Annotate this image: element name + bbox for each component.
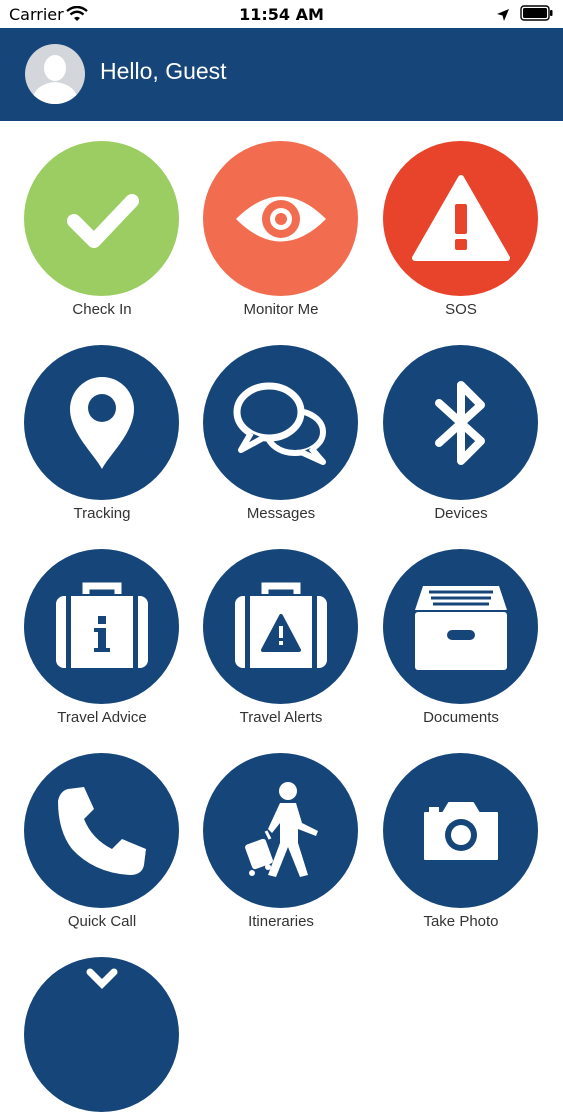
check-in-button[interactable] [24, 141, 179, 296]
bluetooth-icon [434, 380, 485, 465]
tile-label: Devices [434, 505, 488, 522]
tile-label: Tracking [73, 505, 131, 522]
quick-call-button[interactable] [24, 753, 179, 908]
phone-icon [57, 786, 146, 875]
devices-button[interactable] [383, 345, 538, 500]
traveler-icon [244, 781, 318, 877]
tile-label: Messages [246, 505, 316, 522]
tile-label: Check In [72, 301, 132, 318]
file-box-icon [414, 585, 507, 670]
monitor-me-button[interactable] [203, 141, 358, 296]
action-grid: Check In Monitor Me SOS Tracking Message… [0, 121, 563, 1112]
tile-label: Itineraries [248, 913, 314, 930]
suitcase-alert-icon [234, 582, 327, 668]
eye-icon [235, 196, 326, 241]
partial-tile-button[interactable] [24, 957, 179, 1112]
tile-label: SOS [445, 301, 477, 318]
travel-alerts-button[interactable] [203, 549, 358, 704]
map-pin-icon [69, 376, 134, 469]
tile-label: Take Photo [423, 913, 499, 930]
documents-button[interactable] [383, 549, 538, 704]
avatar[interactable] [25, 44, 85, 104]
status-bar: Carrier 11:54 AM [0, 0, 563, 28]
travel-advice-button[interactable] [24, 549, 179, 704]
tile-label: Quick Call [67, 913, 137, 930]
checkmark-icon [66, 193, 139, 248]
battery-icon [520, 5, 554, 25]
tile-label: Documents [423, 709, 499, 726]
tile-label: Travel Advice [57, 709, 147, 726]
greeting-text: Hello, Guest [100, 58, 227, 84]
suitcase-info-icon [55, 582, 148, 668]
partial-icon [86, 968, 117, 989]
clock-label: 11:54 AM [239, 5, 324, 24]
tile-label: Travel Alerts [239, 709, 323, 726]
location-arrow-icon [496, 7, 510, 26]
messages-button[interactable] [203, 345, 358, 500]
camera-icon [423, 801, 498, 860]
tile-label: Monitor Me [243, 301, 319, 318]
tracking-button[interactable] [24, 345, 179, 500]
take-photo-button[interactable] [383, 753, 538, 908]
user-silhouette-icon [31, 55, 79, 104]
itineraries-button[interactable] [203, 753, 358, 908]
chat-bubbles-icon [233, 382, 326, 465]
sos-button[interactable] [383, 141, 538, 296]
warning-icon [411, 174, 510, 261]
